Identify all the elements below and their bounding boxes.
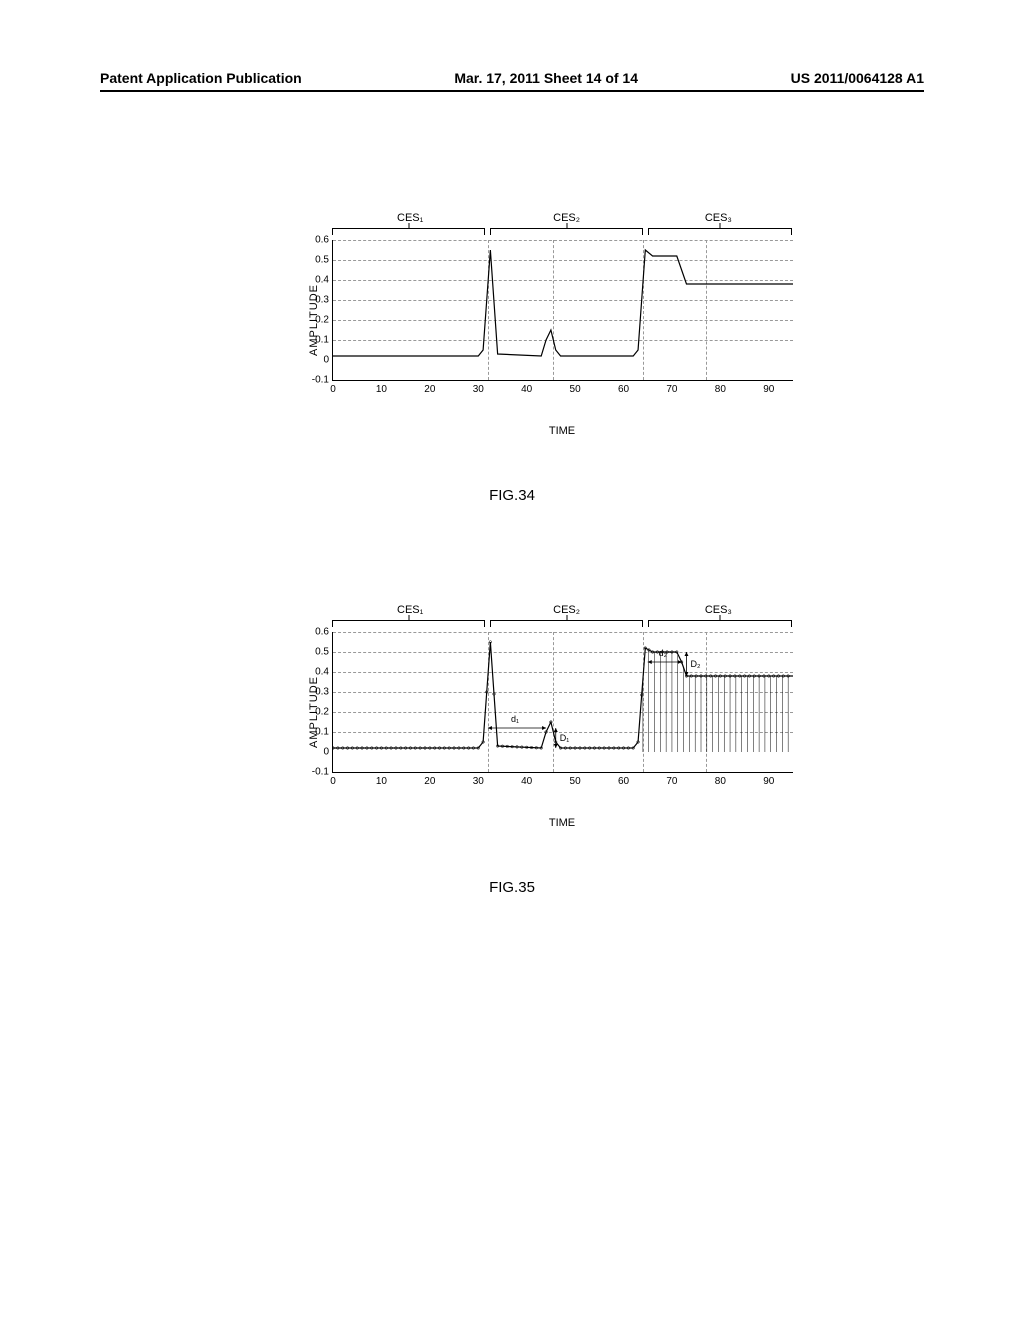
fig34-plot-area: -0.100.10.20.30.40.50.601020304050607080…	[332, 240, 793, 381]
page-header: Patent Application Publication Mar. 17, …	[100, 70, 924, 92]
fig34-caption: FIG.34	[100, 487, 924, 504]
fig35-container: CES₁ CES₂ CES₃ AMPLITUDE -0.100.10.20.30…	[232, 604, 792, 829]
fig35-caption: FIG.35	[100, 879, 924, 896]
fig35-brackets	[332, 620, 792, 630]
header-center: Mar. 17, 2011 Sheet 14 of 14	[454, 70, 638, 86]
region-ces3-b: CES₃	[645, 604, 792, 616]
header-left: Patent Application Publication	[100, 70, 302, 86]
fig35-plot-area: -0.100.10.20.30.40.50.601020304050607080…	[332, 632, 793, 773]
header-right: US 2011/0064128 A1	[791, 70, 924, 86]
fig34-brackets	[332, 228, 792, 238]
region-ces3: CES₃	[645, 212, 792, 224]
fig34-chart: AMPLITUDE -0.100.10.20.30.40.50.60102030…	[292, 240, 792, 400]
fig34-regions: CES₁ CES₂ CES₃	[332, 212, 792, 224]
fig35-chart: AMPLITUDE -0.100.10.20.30.40.50.60102030…	[292, 632, 792, 792]
patent-page: Patent Application Publication Mar. 17, …	[0, 0, 1024, 1320]
region-ces1-b: CES₁	[332, 604, 488, 616]
fig34-container: CES₁ CES₂ CES₃ AMPLITUDE -0.100.10.20.30…	[232, 212, 792, 437]
region-ces1: CES₁	[332, 212, 488, 224]
fig35-regions: CES₁ CES₂ CES₃	[332, 604, 792, 616]
fig34-xlabel: TIME	[332, 425, 792, 437]
fig35-xlabel: TIME	[332, 817, 792, 829]
